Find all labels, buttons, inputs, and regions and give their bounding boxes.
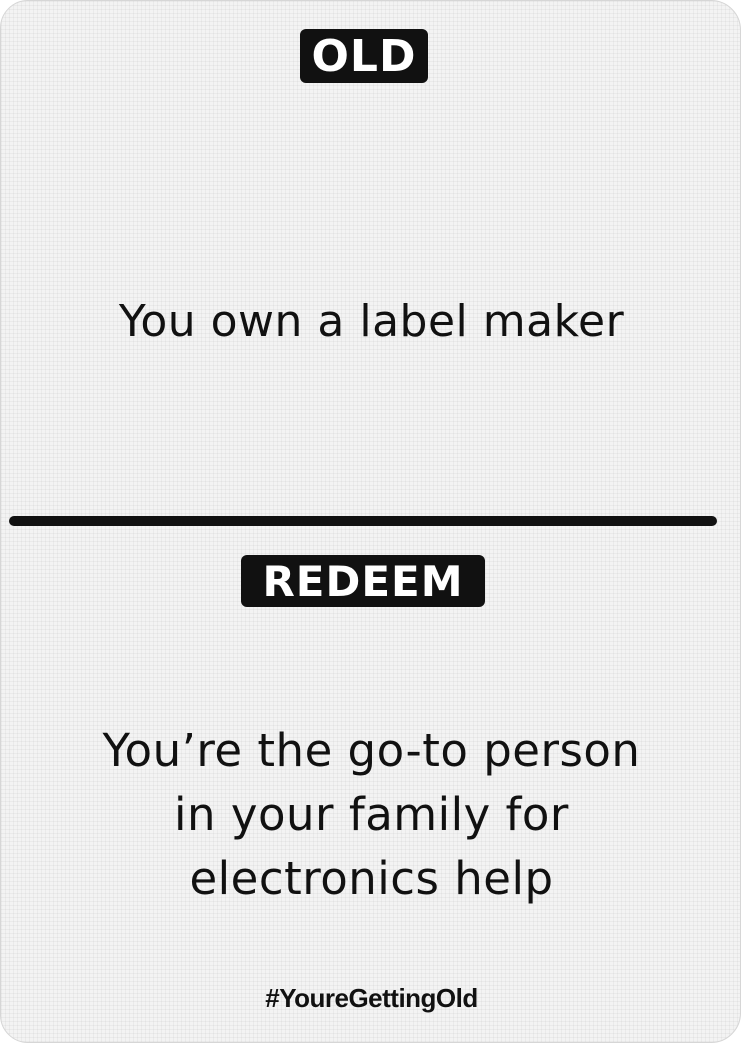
redeem-statement: You’re the go-to person in your family f… [1, 719, 740, 911]
old-statement: You own a label maker [118, 296, 625, 347]
hashtag-footer: #YoureGettingOld [265, 983, 478, 1013]
section-divider [9, 516, 717, 526]
redeem-badge: REDEEM [241, 555, 485, 607]
redeem-line-3: electronics help [189, 852, 554, 905]
old-badge: OLD [300, 29, 428, 83]
redeem-line-1: You’re the go-to person [102, 724, 641, 777]
game-card: OLD You own a label maker REDEEM You’re … [0, 0, 741, 1043]
redeem-line-2: in your family for [174, 788, 569, 841]
